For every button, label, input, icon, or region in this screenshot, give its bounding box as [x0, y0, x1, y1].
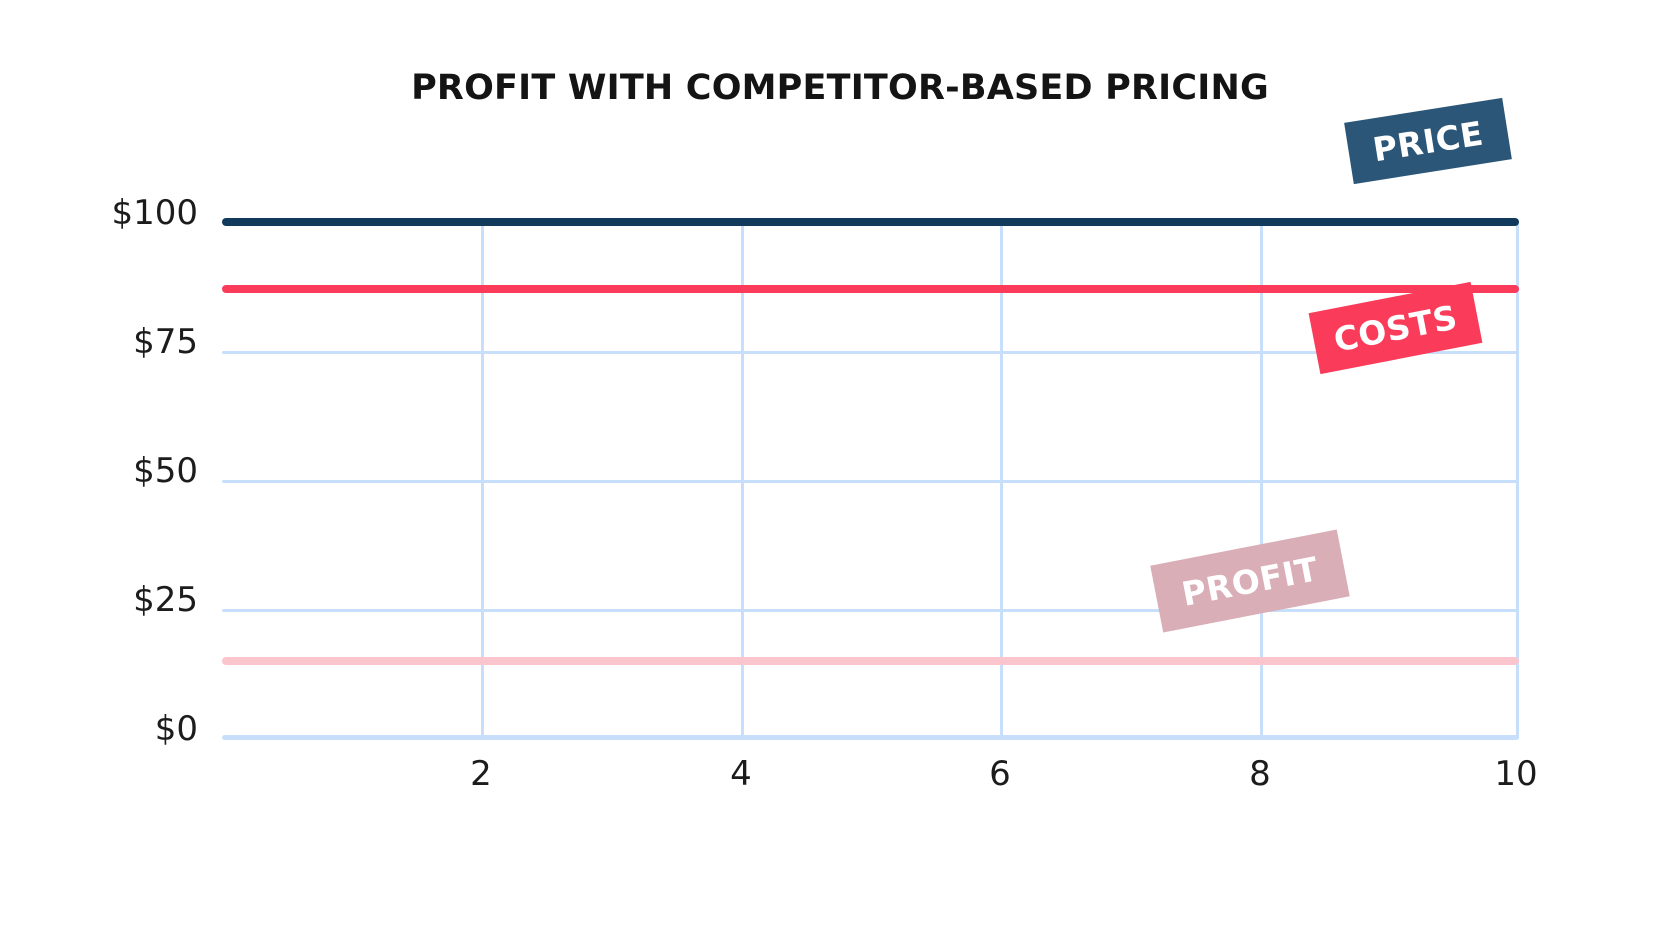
series-line-costs — [222, 285, 1519, 294]
series-line-price — [222, 218, 1519, 226]
plot-area — [222, 218, 1519, 740]
gridline-horizontal-25 — [222, 609, 1519, 612]
y-axis-labels: $100 $75 $50 $25 $0 — [20, 0, 198, 945]
y-tick-label-25: $25 — [133, 580, 198, 620]
chart-title: PROFIT WITH COMPETITOR-BASED PRICING — [411, 68, 1269, 108]
y-tick-label-0: $0 — [154, 709, 198, 749]
x-tick-label-6: 6 — [989, 754, 1011, 794]
y-tick-label-50: $50 — [133, 451, 198, 491]
series-line-profit — [222, 656, 1519, 665]
x-tick-label-4: 4 — [730, 754, 752, 794]
x-tick-label-8: 8 — [1249, 754, 1271, 794]
x-tick-label-10: 10 — [1494, 754, 1538, 794]
y-tick-label-75: $75 — [133, 322, 198, 362]
y-tick-label-100: $100 — [111, 193, 198, 233]
series-label-price: PRICE — [1344, 97, 1512, 185]
x-tick-label-2: 2 — [470, 754, 492, 794]
x-axis-baseline — [222, 735, 1519, 740]
gridline-horizontal-50 — [222, 480, 1519, 483]
chart-container: PROFIT WITH COMPETITOR-BASED PRICING $10… — [0, 0, 1680, 945]
